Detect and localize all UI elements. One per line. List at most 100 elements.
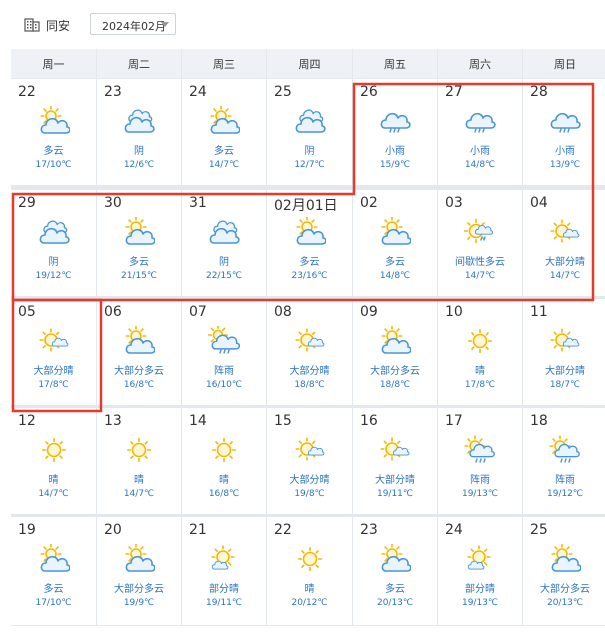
- mostly-sunny-icon: [294, 328, 324, 352]
- weekday-header: 周四: [267, 49, 352, 78]
- temperature-range: 22/15℃: [205, 271, 243, 281]
- day-cell[interactable]: 09 大部分多云 18/8℃: [353, 299, 437, 405]
- day-date: 19: [18, 522, 36, 538]
- month-select[interactable]: 2024年02月: [90, 13, 176, 35]
- temperature-range: 21/15℃: [120, 271, 158, 281]
- temperature-range: 19/9℃: [123, 598, 155, 608]
- temperature-range: 20/12℃: [291, 598, 328, 608]
- day-cell[interactable]: 20 大部分多云 19/9℃: [97, 517, 181, 625]
- temperature-range: 17/8℃: [38, 380, 69, 390]
- temperature-range: 19/11℃: [205, 598, 243, 608]
- light-rain-icon: [380, 112, 411, 133]
- weather-description: 大部分晴: [33, 366, 74, 377]
- day-cell[interactable]: 16 大部分晴 19/11℃: [353, 408, 437, 514]
- weekday-header: 周五: [353, 49, 437, 78]
- temperature-range: 19/12℃: [35, 271, 72, 281]
- partly-cloudy-icon: [210, 106, 240, 134]
- day-date: 12: [18, 413, 36, 429]
- day-cell[interactable]: 06 大部分多云 16/8℃: [97, 299, 181, 405]
- mostly-sunny-icon: [38, 328, 68, 352]
- day-cell[interactable]: 03 间歇性多云 14/7℃: [438, 190, 522, 296]
- day-cell[interactable]: 25 阴 12/7℃: [267, 79, 352, 185]
- temperature-range: 19/8℃: [294, 489, 325, 499]
- month-select-value: 2024年02月: [102, 20, 166, 33]
- weather-description: 小雨: [385, 146, 405, 157]
- temperature-range: 16/8℃: [208, 489, 240, 499]
- day-cell[interactable]: 15 大部分晴 19/8℃: [267, 408, 352, 514]
- day-cell[interactable]: 13 晴 14/7℃: [97, 408, 181, 514]
- weather-description: 多云: [43, 146, 64, 157]
- day-cell[interactable]: 31 阴 22/15℃: [182, 190, 266, 296]
- day-date: 24: [445, 522, 463, 538]
- weather-description: 晴: [304, 584, 315, 595]
- top-bar: 同安 2024年02月: [0, 0, 605, 50]
- part-sunny-icon: [467, 545, 491, 570]
- weather-calendar: 周一 周二 周三 周四 周五 周六 周日 22 多云 17/10℃ 23 阴 12/6℃ 24 多云 14/7…: [11, 49, 605, 626]
- day-cell[interactable]: 29 阴 19/12℃: [11, 190, 96, 296]
- day-cell[interactable]: 10 晴 17/8℃: [438, 299, 522, 405]
- weather-description: 晴: [219, 475, 229, 486]
- day-date: 28: [530, 84, 548, 100]
- weather-description: 晴: [48, 475, 59, 486]
- day-cell[interactable]: 26 小雨 15/9℃: [353, 79, 437, 185]
- city-name[interactable]: 同安: [46, 17, 70, 34]
- day-cell[interactable]: 14 晴 16/8℃: [182, 408, 266, 514]
- partly-cloudy-icon: [125, 544, 155, 572]
- day-cell[interactable]: 07 阵雨 16/10℃: [182, 299, 266, 405]
- weekday-header: 周二: [97, 49, 181, 78]
- day-date: 03: [445, 195, 463, 211]
- weather-description: 大部分晴: [545, 257, 585, 268]
- day-cell[interactable]: 25 大部分多云 20/13℃: [523, 517, 605, 625]
- day-cell[interactable]: 08 大部分晴 18/8℃: [267, 299, 352, 405]
- overcast-icon: [295, 109, 326, 133]
- day-cell[interactable]: 27 小雨 14/8℃: [438, 79, 522, 185]
- weather-description: 阴: [219, 257, 229, 268]
- day-date: 25: [274, 84, 292, 100]
- partly-cloudy-icon: [295, 217, 326, 245]
- day-cell[interactable]: 17 阵雨 19/13℃: [438, 408, 522, 514]
- day-cell[interactable]: 19 多云 17/10℃: [11, 517, 96, 625]
- day-cell[interactable]: 12 晴 14/7℃: [11, 408, 96, 514]
- day-cell[interactable]: 02月01日 多云 23/16℃: [267, 190, 352, 296]
- day-cell[interactable]: 23 多云 20/13℃: [353, 517, 437, 625]
- day-cell[interactable]: 24 部分晴 19/13℃: [438, 517, 522, 625]
- temperature-range: 14/7℃: [38, 489, 69, 499]
- weather-description: 晴: [134, 475, 144, 486]
- day-cell[interactable]: 28 小雨 13/9℃: [523, 79, 605, 185]
- weather-description: 小雨: [555, 146, 575, 157]
- day-cell[interactable]: 11 大部分晴 18/7℃: [523, 299, 605, 405]
- day-date: 10: [445, 304, 463, 320]
- shower-icon: [208, 326, 240, 354]
- temperature-range: 16/8℃: [123, 380, 155, 390]
- temperature-range: 14/7℃: [464, 271, 496, 281]
- day-cell[interactable]: 21 部分晴 19/11℃: [182, 517, 266, 625]
- day-date: 02月01日: [274, 198, 338, 214]
- weather-description: 多云: [385, 584, 405, 595]
- temperature-range: 12/7℃: [294, 160, 325, 170]
- day-cell[interactable]: 22 多云 17/10℃: [11, 79, 96, 185]
- day-date: 25: [530, 522, 548, 538]
- weekday-header: 周六: [438, 49, 522, 78]
- day-date: 29: [18, 195, 36, 211]
- temperature-range: 18/8℃: [379, 380, 411, 390]
- sunny-icon: [211, 437, 237, 463]
- temperature-range: 17/10℃: [35, 160, 72, 170]
- day-date: 11: [530, 304, 548, 320]
- day-cell[interactable]: 30 多云 21/15℃: [97, 190, 181, 296]
- sun-shower-icon: [549, 435, 580, 463]
- day-date: 09: [360, 304, 378, 320]
- day-cell[interactable]: 23 阴 12/6℃: [97, 79, 181, 185]
- temperature-range: 13/9℃: [549, 160, 581, 170]
- day-cell[interactable]: 24 多云 14/7℃: [182, 79, 266, 185]
- day-cell[interactable]: 04 大部分晴 14/7℃: [523, 190, 605, 296]
- temperature-range: 14/8℃: [379, 271, 411, 281]
- partly-cloudy-icon: [381, 217, 411, 245]
- weekday-header: 周三: [182, 49, 266, 78]
- day-cell[interactable]: 22 晴 20/12℃: [267, 517, 352, 625]
- day-date: 05: [18, 304, 36, 320]
- weather-description: 晴: [475, 366, 485, 377]
- day-cell[interactable]: 05 大部分晴 17/8℃: [11, 299, 96, 405]
- day-cell[interactable]: 18 阵雨 19/12℃: [523, 408, 605, 514]
- day-cell[interactable]: 02 多云 14/8℃: [353, 190, 437, 296]
- day-date: 23: [360, 522, 378, 538]
